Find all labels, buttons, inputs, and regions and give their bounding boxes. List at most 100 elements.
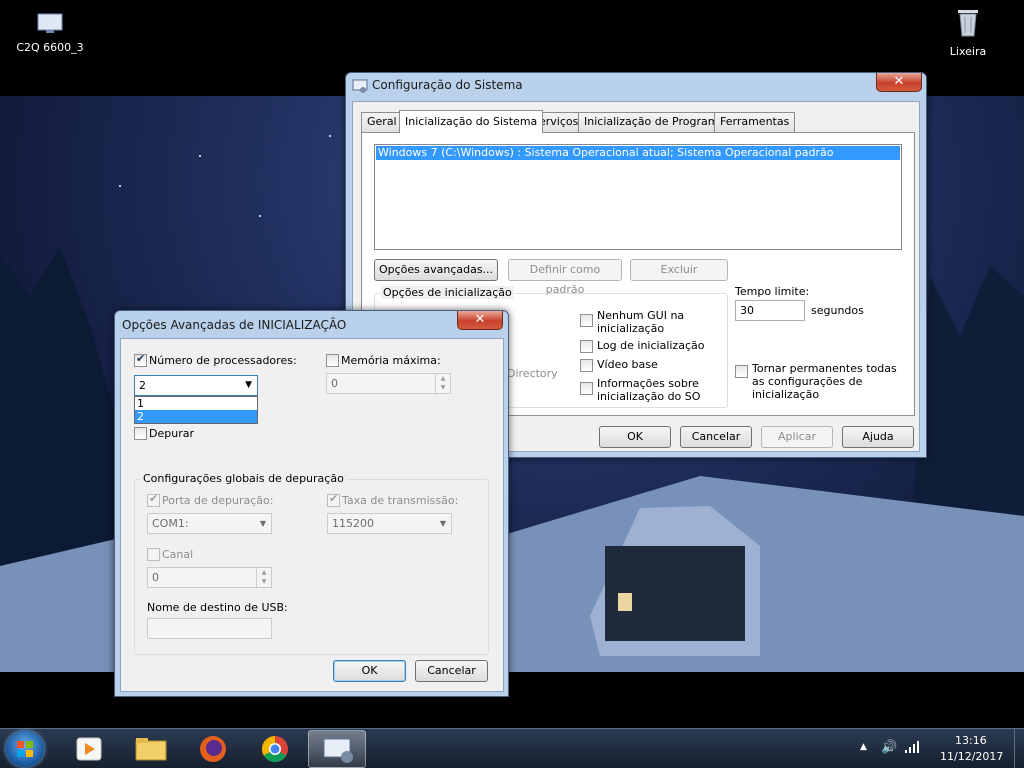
- channel-value: 0: [152, 571, 159, 584]
- timeout-unit-label: segundos: [811, 304, 864, 317]
- clock-date[interactable]: 11/12/2017: [940, 750, 1003, 763]
- cancel-button[interactable]: Cancelar: [415, 660, 488, 682]
- desktop-icon-label: Lixeira: [949, 45, 987, 58]
- debug-settings-title: Configurações globais de depuração: [141, 472, 346, 485]
- ok-button[interactable]: OK: [599, 426, 671, 448]
- channel-label: Canal: [162, 548, 194, 561]
- taskbar-msconfig[interactable]: [308, 730, 366, 768]
- dropdown-option-selected[interactable]: 2: [135, 410, 257, 423]
- chevron-down-icon: ▼: [261, 578, 267, 585]
- dialog-title: Opções Avançadas de INICIALIZAÇÃO: [122, 318, 347, 332]
- start-button[interactable]: [6, 731, 44, 767]
- debug-label: Depurar: [149, 427, 194, 440]
- taskbar-firefox[interactable]: [184, 730, 242, 768]
- taskbar-media-player[interactable]: [60, 730, 118, 768]
- set-default-button[interactable]: Definir como padrão: [508, 259, 622, 296]
- boot-options-title: Opções de inicialização: [381, 286, 514, 299]
- channel-stepper[interactable]: 0 ▲ ▼: [147, 567, 272, 588]
- taskbar-file-explorer[interactable]: [122, 730, 180, 768]
- dialog-client: Número de processadores: 2 ▼ 1 2 Memória…: [120, 338, 504, 692]
- boot-log-label: Log de inicialização: [597, 339, 705, 352]
- clock-time[interactable]: 13:16: [955, 734, 987, 747]
- delete-button[interactable]: Excluir: [630, 259, 728, 281]
- boot-log-checkbox[interactable]: [580, 340, 593, 353]
- debug-port-checkbox[interactable]: [147, 492, 160, 507]
- base-video-label: Vídeo base: [597, 358, 658, 371]
- close-button[interactable]: ✕: [876, 73, 922, 92]
- debug-port-value: COM1:: [152, 517, 189, 530]
- desktop-icon-recycle-bin[interactable]: Lixeira: [928, 6, 1008, 58]
- chevron-up-icon: ▲: [440, 375, 446, 382]
- baud-rate-value: 115200: [332, 517, 374, 530]
- advanced-boot-options-dialog: Opções Avançadas de INICIALIZAÇÃO ✕ Núme…: [114, 310, 509, 697]
- debug-settings-group: Configurações globais de depuração Porta…: [134, 472, 489, 655]
- chevron-down-icon: ▼: [245, 380, 252, 390]
- ok-button[interactable]: OK: [333, 660, 406, 682]
- desktop-icon-label: C2Q 6600_3: [16, 41, 84, 54]
- taskbar-chrome[interactable]: [246, 730, 304, 768]
- desktop-icon-computer[interactable]: C2Q 6600_3: [10, 12, 90, 54]
- close-button[interactable]: ✕: [457, 311, 503, 330]
- debug-port-combo[interactable]: COM1: ▼: [147, 513, 272, 534]
- taskbar: ▲ 🔊 13:16 11/12/2017: [0, 728, 1024, 768]
- help-button[interactable]: Ajuda: [842, 426, 914, 448]
- num-processors-combo[interactable]: 2 ▼: [134, 375, 258, 396]
- cancel-button[interactable]: Cancelar: [680, 426, 752, 448]
- baud-rate-checkbox[interactable]: [327, 492, 340, 507]
- apply-button[interactable]: Aplicar: [761, 426, 833, 448]
- base-video-checkbox[interactable]: [580, 359, 593, 372]
- debug-checkbox[interactable]: [134, 427, 147, 440]
- baud-rate-label: Taxa de transmissão:: [342, 494, 459, 507]
- num-processors-dropdown: 1 2: [134, 396, 258, 424]
- volume-icon[interactable]: 🔊: [881, 740, 897, 755]
- boot-list[interactable]: Windows 7 (C:\Windows) : Sistema Operaci…: [374, 144, 902, 250]
- timeout-label: Tempo limite:: [735, 285, 810, 298]
- active-directory-label: Directory: [507, 367, 558, 380]
- window-title: Configuração do Sistema: [372, 78, 523, 92]
- max-memory-label: Memória máxima:: [341, 354, 441, 367]
- num-processors-value: 2: [139, 379, 146, 392]
- chevron-down-icon: ▼: [439, 519, 446, 528]
- tab-tools[interactable]: Ferramentas: [714, 112, 796, 132]
- num-processors-label: Número de processadores:: [149, 354, 297, 367]
- make-permanent-label: Tornar permanentes todas as configuraçõe…: [752, 362, 897, 401]
- tab-strip: Geral Inicialização do Sistema Serviços …: [361, 110, 915, 134]
- network-signal-icon[interactable]: [904, 739, 922, 758]
- max-memory-stepper[interactable]: 0 ▲ ▼: [326, 373, 451, 394]
- boot-list-item[interactable]: Windows 7 (C:\Windows) : Sistema Operaci…: [376, 146, 900, 160]
- channel-checkbox[interactable]: [147, 548, 160, 561]
- file-explorer-icon: [135, 738, 167, 761]
- os-boot-info-checkbox[interactable]: [580, 382, 593, 395]
- debug-port-label: Porta de depuração:: [162, 494, 274, 507]
- dropdown-option[interactable]: 1: [135, 397, 257, 410]
- advanced-options-button[interactable]: Opções avançadas...: [374, 259, 498, 281]
- spinner[interactable]: ▲ ▼: [435, 374, 450, 393]
- chevron-down-icon: ▼: [259, 519, 266, 528]
- timeout-input[interactable]: 30: [735, 300, 805, 321]
- make-permanent-checkbox[interactable]: [735, 365, 748, 378]
- baud-rate-combo[interactable]: 115200 ▼: [327, 513, 452, 534]
- spinner[interactable]: ▲ ▼: [256, 568, 271, 587]
- usb-target-input[interactable]: [147, 618, 272, 639]
- media-player-icon: [76, 737, 102, 761]
- num-processors-checkbox[interactable]: [134, 352, 147, 367]
- msconfig-icon: [323, 738, 353, 763]
- show-desktop-button[interactable]: [1014, 729, 1024, 768]
- usb-target-label: Nome de destino de USB:: [147, 601, 288, 614]
- no-gui-checkbox[interactable]: [580, 314, 593, 327]
- msconfig-icon: [352, 78, 368, 94]
- chrome-icon: [261, 735, 288, 763]
- firefox-icon: [200, 736, 226, 762]
- tab-general[interactable]: Geral: [361, 112, 403, 132]
- computer-icon: [10, 12, 90, 37]
- show-hidden-icons-icon[interactable]: ▲: [860, 742, 867, 752]
- recycle-bin-icon: [928, 6, 1008, 41]
- tab-boot[interactable]: Inicialização do Sistema: [399, 110, 544, 133]
- windows-logo-icon: [17, 741, 33, 757]
- chevron-down-icon: ▼: [440, 384, 446, 391]
- max-memory-value: 0: [331, 377, 338, 390]
- no-gui-label: Nenhum GUI na inicialização: [597, 309, 685, 335]
- chevron-up-icon: ▲: [261, 569, 267, 576]
- os-boot-info-label: Informações sobre inicialização do SO: [597, 377, 701, 403]
- max-memory-checkbox[interactable]: [326, 354, 339, 367]
